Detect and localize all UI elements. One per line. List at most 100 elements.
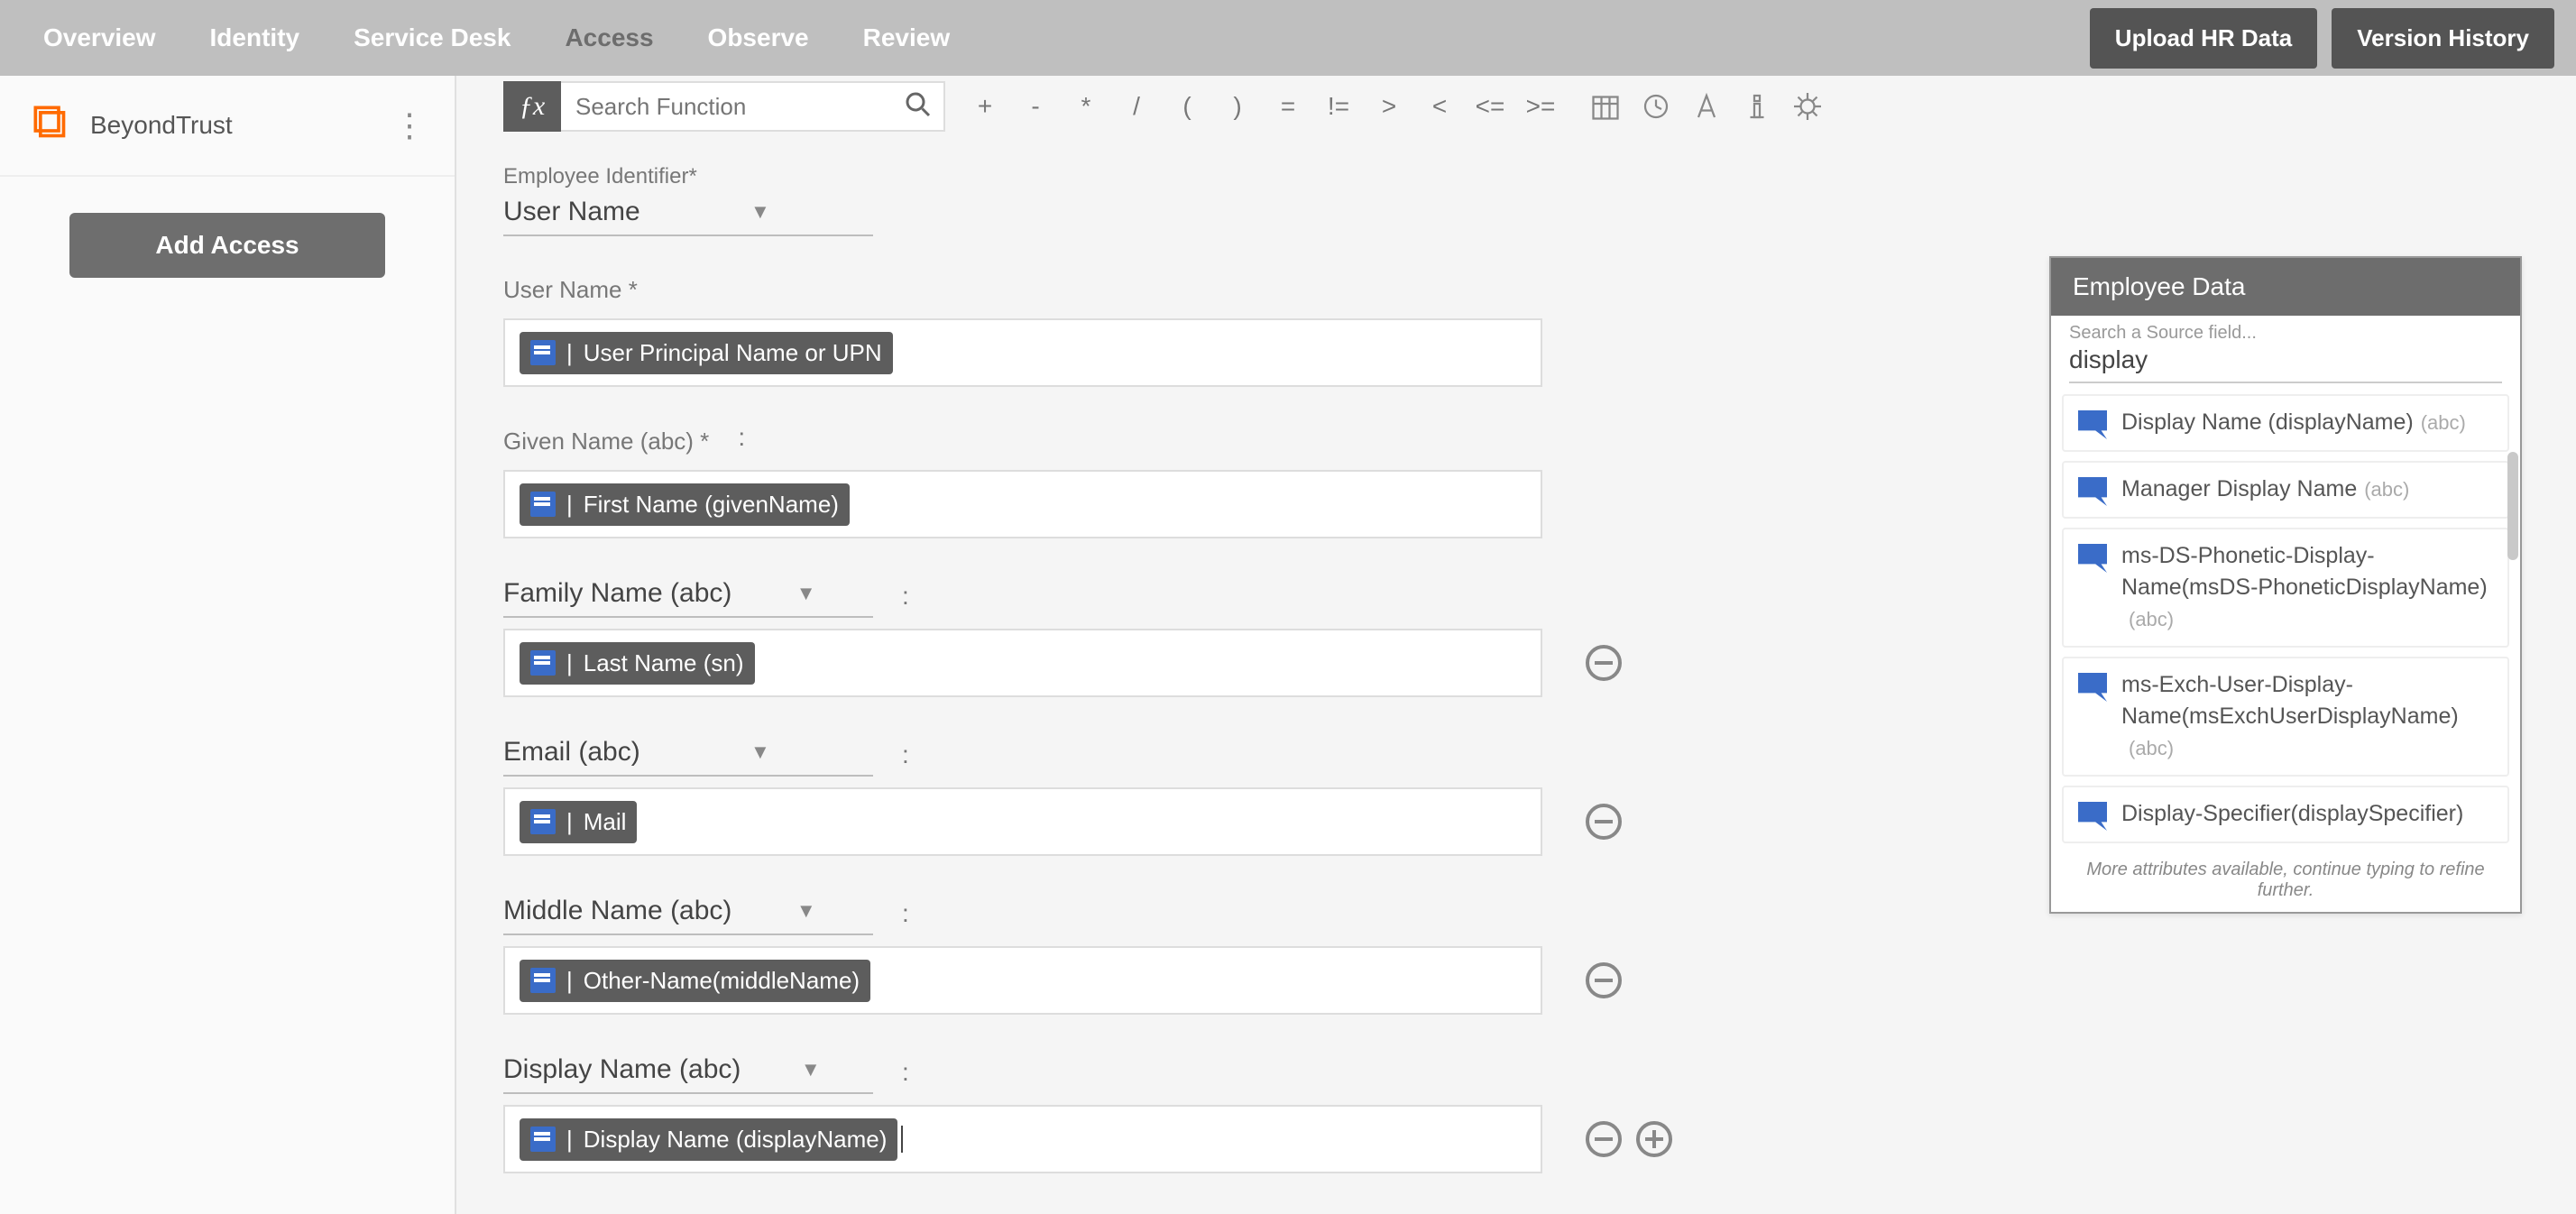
operator-button[interactable]: / [1111,81,1162,132]
remove-field-button[interactable] [1586,1121,1622,1157]
nav-tab-observe[interactable]: Observe [686,5,831,70]
operator-row: +-*/()=!=><<=>= [960,81,1566,132]
colon-separator: : [902,899,909,928]
nav-tab-identity[interactable]: Identity [189,5,322,70]
colon-separator: : [902,582,909,611]
employee-data-panel-title: Employee Data [2051,258,2520,316]
employee-data-result-item[interactable]: Display-Specifier(displaySpecifier) [2062,786,2509,843]
field-select-value: Middle Name (abc) [503,896,731,926]
operator-button[interactable]: ) [1212,81,1263,132]
operator-button[interactable]: - [1010,81,1061,132]
chip-separator: | [566,491,573,519]
source-field-icon [2078,544,2107,573]
field-select[interactable]: Display Name (abc)▼ [503,1051,873,1094]
attribute-field: Display Name (abc)▼: | Display Name (displ… [503,1051,2522,1173]
field-chip[interactable]: |User Principal Name or UPN [520,332,893,374]
field-expression-box[interactable]: | Display Name (displayName) [503,1105,1542,1173]
sidebar-app-name: BeyondTrust [90,111,372,140]
field-label: Given Name (abc) * [503,428,709,455]
tool-icons [1580,81,1833,132]
caret-down-icon: ▼ [796,582,816,605]
add-access-button[interactable]: Add Access [69,213,385,278]
operator-button[interactable]: * [1061,81,1111,132]
field-chip[interactable]: |Mail [520,801,637,843]
field-select-value: Email (abc) [503,737,640,768]
chip-text: Display Name (displayName) [584,1126,888,1154]
field-expression-box[interactable]: |First Name (givenName) [503,470,1542,538]
employee-data-search-label: Search a Source field... [2069,323,2502,344]
fx-button[interactable]: ƒx [503,81,561,132]
calendar-icon[interactable] [1580,81,1631,132]
source-field-icon [530,809,556,834]
info-icon[interactable] [1732,81,1782,132]
source-field-icon [2078,410,2107,439]
source-field-icon [530,492,556,517]
chip-text: User Principal Name or UPN [584,339,882,367]
scrollbar[interactable] [2507,452,2518,560]
version-history-button[interactable]: Version History [2332,8,2554,69]
colon-separator: : [902,1058,909,1087]
employee-identifier-select[interactable]: User Name ▼ [503,193,873,236]
font-icon[interactable] [1681,81,1732,132]
source-field-icon [530,340,556,365]
employee-data-footer-hint: More attributes available, continue typi… [2051,852,2520,912]
nav-tab-overview[interactable]: Overview [22,5,178,70]
source-field-icon [530,650,556,676]
bug-icon[interactable] [1782,81,1833,132]
field-select[interactable]: Email (abc)▼ [503,733,873,777]
employee-data-result-item[interactable]: ms-DS-Phonetic-Display-Name(msDS-Phoneti… [2062,528,2509,648]
result-text: Display Name (displayName)(abc) [2121,407,2466,438]
remove-field-button[interactable] [1586,804,1622,840]
remove-field-button[interactable] [1586,962,1622,998]
nav-tab-service-desk[interactable]: Service Desk [332,5,532,70]
search-function-input[interactable] [561,81,945,132]
field-expression-box[interactable]: | Other-Name(middleName) [503,946,1542,1015]
operator-button[interactable]: ( [1162,81,1212,132]
employee-data-result-item[interactable]: Display Name (displayName)(abc) [2062,394,2509,452]
field-select[interactable]: Family Name (abc)▼ [503,575,873,618]
employee-data-result-item[interactable]: ms-Exch-User-Display-Name(msExchUserDisp… [2062,657,2509,777]
remove-field-button[interactable] [1586,645,1622,681]
chip-separator: | [566,967,573,995]
nav-tab-review[interactable]: Review [842,5,972,70]
operator-button[interactable]: = [1263,81,1313,132]
clock-icon[interactable] [1631,81,1681,132]
operator-button[interactable]: >= [1515,81,1566,132]
field-chip[interactable]: |First Name (givenName) [520,483,850,526]
field-select[interactable]: Middle Name (abc)▼ [503,892,873,935]
employee-data-result-item[interactable]: Manager Display Name(abc) [2062,461,2509,519]
chip-text: Last Name (sn) [584,649,744,677]
operator-button[interactable]: <= [1465,81,1515,132]
chip-text: Other-Name(middleName) [584,967,860,995]
field-expression-box[interactable]: |Mail [503,787,1542,856]
result-text: Manager Display Name(abc) [2121,474,2409,505]
caret-down-icon: ▼ [750,200,770,224]
operator-button[interactable]: < [1414,81,1465,132]
caret-down-icon: ▼ [801,1058,821,1081]
chip-separator: | [566,1126,573,1154]
sidebar-more-icon[interactable]: ⋮ [393,106,426,144]
sidebar: BeyondTrust ⋮ Add Access [0,76,456,1214]
field-label: User Name * [503,276,638,304]
nav-tab-access[interactable]: Access [543,5,675,70]
employee-data-panel: Employee Data Search a Source field... D… [2049,256,2522,914]
employee-data-search-input[interactable] [2069,342,2502,383]
chip-separator: | [566,808,573,836]
operator-button[interactable]: != [1313,81,1364,132]
result-text: Display-Specifier(displaySpecifier) [2121,798,2463,830]
operator-button[interactable]: > [1364,81,1414,132]
employee-data-results: Display Name (displayName)(abc) Manager D… [2051,383,2520,852]
field-expression-box[interactable]: |User Principal Name or UPN [503,318,1542,387]
operator-button[interactable]: + [960,81,1010,132]
upload-hr-data-button[interactable]: Upload HR Data [2090,8,2317,69]
add-field-button[interactable] [1636,1121,1672,1157]
employee-identifier-label: Employee Identifier* [503,164,2522,189]
field-chip[interactable]: | Display Name (displayName) [520,1118,897,1161]
source-field-icon [2078,673,2107,702]
field-chip[interactable]: | Other-Name(middleName) [520,960,870,1002]
field-expression-box[interactable]: |Last Name (sn) [503,629,1542,697]
source-field-icon [530,968,556,993]
field-chip[interactable]: |Last Name (sn) [520,642,755,685]
source-field-icon [530,1127,556,1152]
formula-bar: ƒx +-*/()=!=><<=>= [503,76,2522,132]
